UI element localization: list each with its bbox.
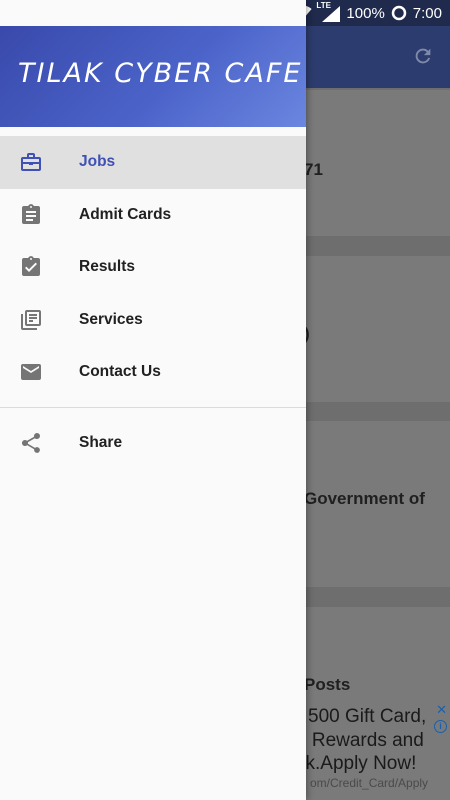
card-text: 71 — [304, 160, 323, 179]
clipboard-check-icon — [19, 255, 43, 279]
menu-item-services[interactable]: Services — [0, 294, 306, 347]
ad-banner[interactable]: 500 Gift Card, n Rewards and ck.Apply No… — [296, 700, 450, 800]
menu-item-label: Services — [79, 310, 143, 328]
menu-item-label: Results — [79, 258, 135, 276]
ad-line: n Rewards and — [296, 730, 424, 751]
navigation-drawer: TILAK CYBER CAFE Jobs Admit Cards Result… — [0, 0, 306, 800]
battery-percent: 100% — [346, 4, 385, 22]
ad-close-icon[interactable]: ✕ — [436, 702, 447, 718]
clock: 7:00 — [412, 4, 442, 22]
library-books-icon — [19, 308, 43, 332]
ad-line: 500 Gift Card, — [308, 706, 427, 727]
menu-item-label: Jobs — [79, 153, 116, 171]
card-text: Posts — [304, 675, 351, 694]
battery-ring-icon — [391, 5, 407, 21]
network-type: LTE — [316, 1, 331, 10]
menu-divider — [0, 407, 306, 408]
menu-item-label: Share — [79, 434, 123, 451]
menu-item-label: Contact Us — [79, 363, 161, 381]
drawer-menu: Jobs Admit Cards Results Services Contac… — [0, 136, 306, 399]
menu-item-jobs[interactable]: Jobs — [0, 136, 306, 189]
ad-info-icon[interactable]: i — [434, 720, 447, 733]
signal-icon: LTE — [316, 1, 341, 22]
card-text: Government of — [304, 489, 425, 508]
ad-line: ck.Apply Now! — [296, 753, 417, 774]
ad-url: om/Credit_Card/Apply — [310, 776, 429, 790]
drawer-title: TILAK CYBER CAFE — [18, 58, 303, 89]
menu-item-admit-cards[interactable]: Admit Cards — [0, 189, 306, 242]
menu-item-share[interactable]: Share — [0, 417, 306, 469]
drawer-header: TILAK CYBER CAFE — [0, 26, 306, 127]
clipboard-icon — [19, 203, 43, 227]
refresh-icon[interactable] — [412, 45, 434, 67]
email-icon — [19, 360, 43, 384]
menu-item-results[interactable]: Results — [0, 241, 306, 294]
briefcase-icon — [19, 150, 43, 174]
menu-item-contact-us[interactable]: Contact Us — [0, 346, 306, 399]
menu-item-label: Admit Cards — [79, 205, 172, 223]
share-icon — [19, 431, 43, 455]
